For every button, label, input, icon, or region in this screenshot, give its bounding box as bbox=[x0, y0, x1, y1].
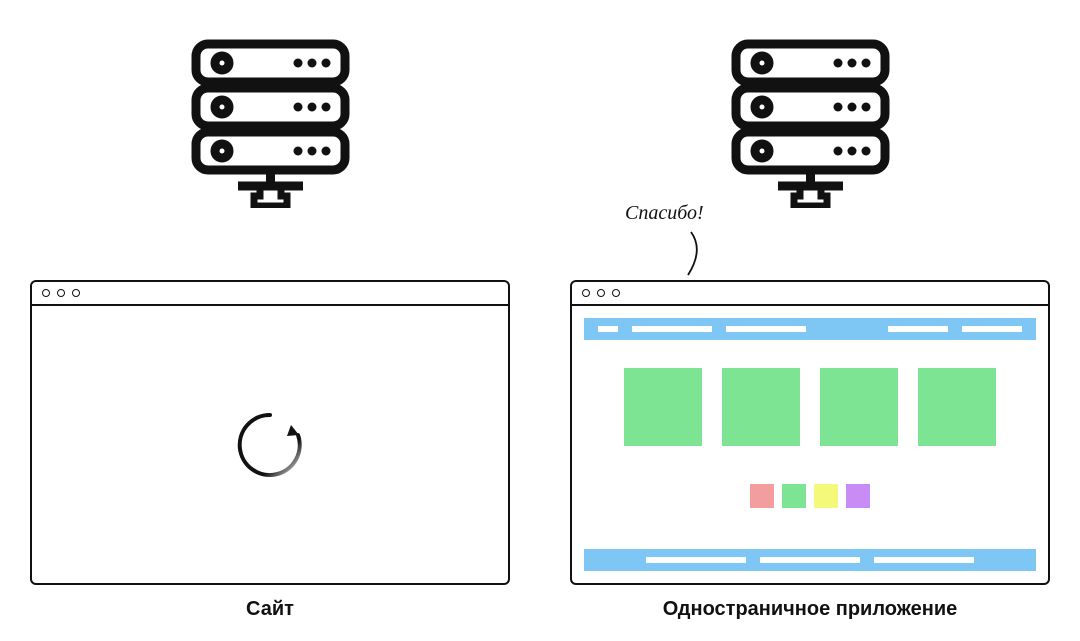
footer-item bbox=[760, 557, 860, 563]
header-item bbox=[632, 326, 712, 332]
server-icon-right bbox=[570, 38, 1050, 208]
window-control-dot bbox=[597, 289, 605, 297]
accent-swatch bbox=[846, 484, 870, 508]
caption-right: Одностраничное приложение bbox=[570, 598, 1050, 621]
card-row bbox=[572, 368, 1048, 446]
accent-swatch bbox=[782, 484, 806, 508]
card bbox=[722, 368, 800, 446]
header-item bbox=[962, 326, 1022, 332]
browser-window-right bbox=[570, 280, 1050, 585]
speech-text: Спасибо! bbox=[625, 202, 704, 225]
spinner-icon bbox=[228, 403, 312, 487]
header-item bbox=[726, 326, 806, 332]
footer-bar bbox=[584, 549, 1036, 571]
card bbox=[624, 368, 702, 446]
footer-item bbox=[874, 557, 974, 563]
loading-spinner bbox=[32, 306, 508, 583]
header-item bbox=[888, 326, 948, 332]
browser-window-left bbox=[30, 280, 510, 585]
left-column: Сайт bbox=[30, 0, 510, 208]
header-item bbox=[598, 326, 618, 332]
window-control-dot bbox=[42, 289, 50, 297]
accent-swatch bbox=[750, 484, 774, 508]
right-column: Спасибо! bbox=[570, 0, 1050, 208]
footer-item bbox=[646, 557, 746, 563]
window-control-dot bbox=[57, 289, 65, 297]
server-icon bbox=[728, 38, 893, 208]
speech-connector bbox=[686, 230, 716, 280]
window-control-dot bbox=[612, 289, 620, 297]
window-control-dot bbox=[582, 289, 590, 297]
caption-left: Сайт bbox=[30, 598, 510, 621]
accent-row bbox=[572, 484, 1048, 508]
card bbox=[820, 368, 898, 446]
server-icon bbox=[188, 38, 353, 208]
accent-swatch bbox=[814, 484, 838, 508]
browser-titlebar bbox=[32, 282, 508, 306]
header-bar bbox=[584, 318, 1036, 340]
card bbox=[918, 368, 996, 446]
window-control-dot bbox=[72, 289, 80, 297]
browser-titlebar bbox=[572, 282, 1048, 306]
server-icon-left bbox=[30, 38, 510, 208]
spa-content bbox=[572, 306, 1048, 583]
